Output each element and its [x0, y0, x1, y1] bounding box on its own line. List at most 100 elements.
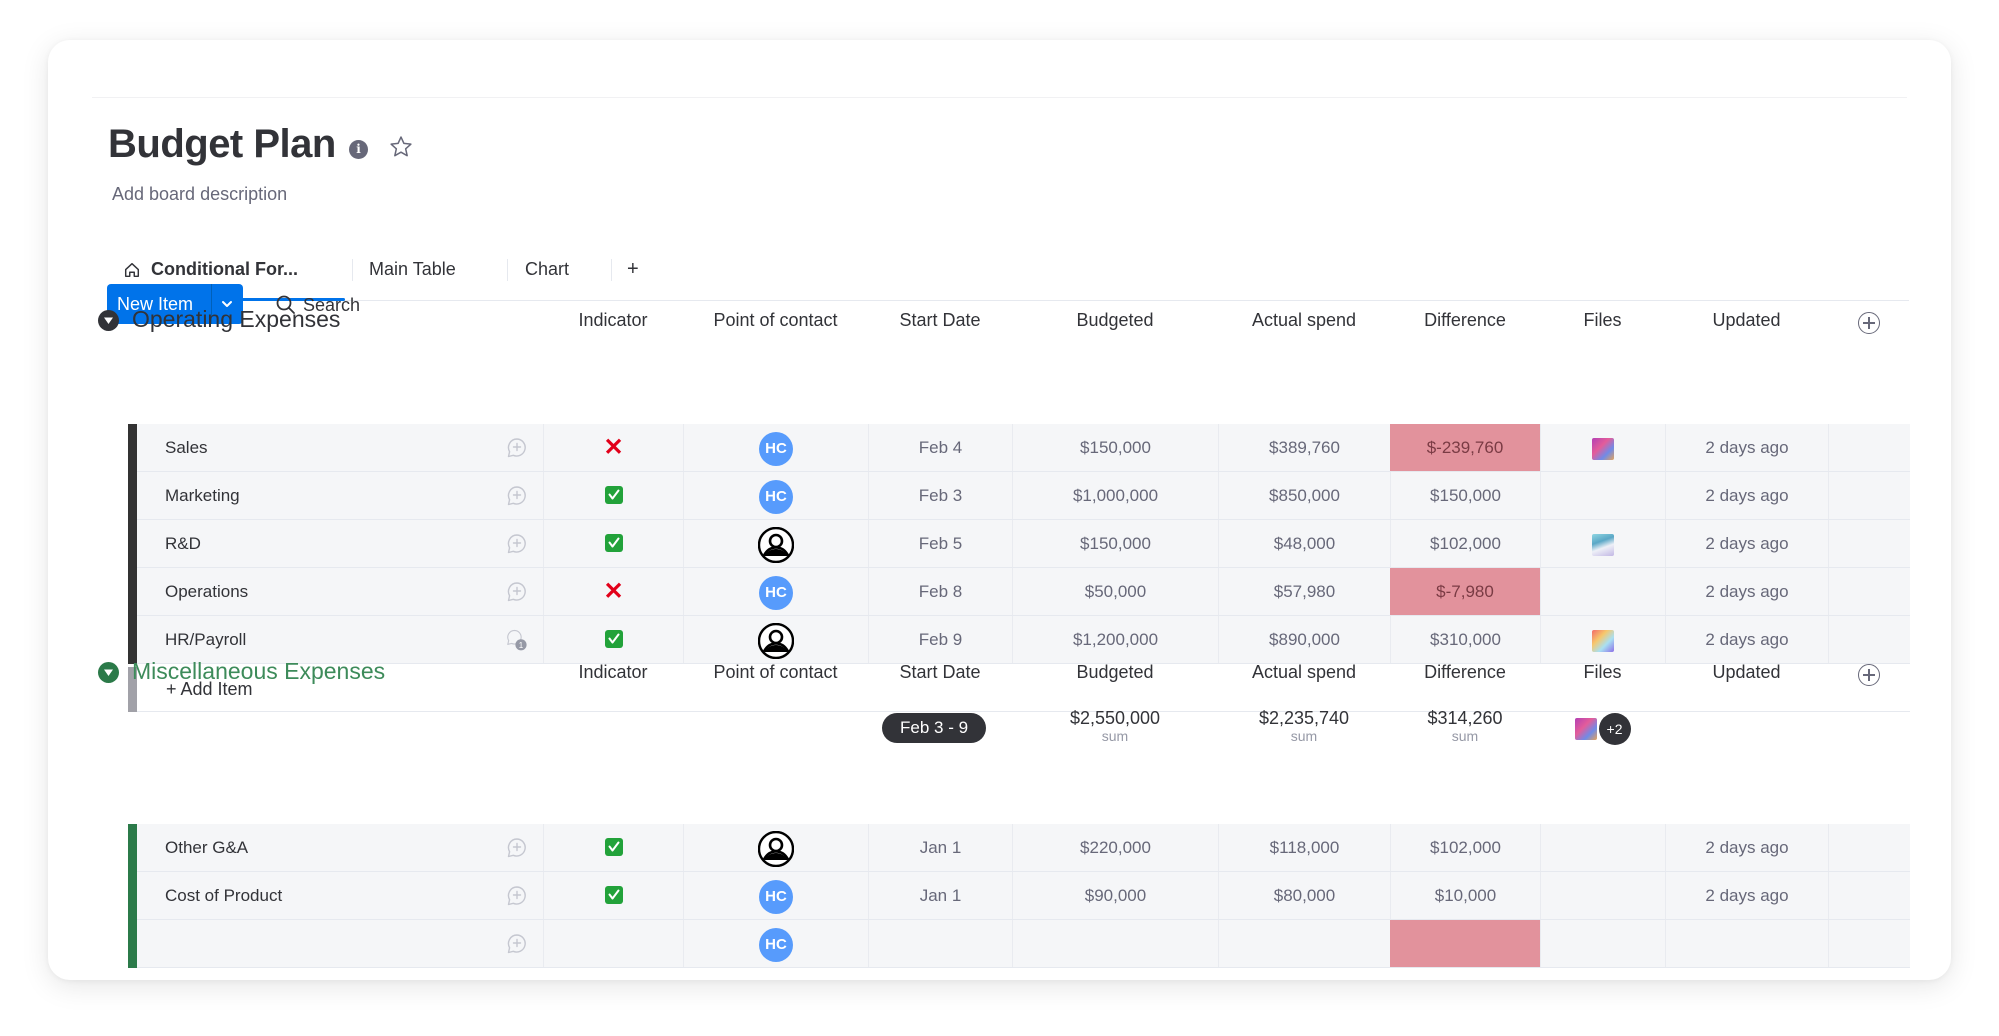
- cell-actual[interactable]: $850,000: [1218, 472, 1390, 519]
- group-title[interactable]: Operating Expenses: [132, 306, 340, 333]
- file-thumbnail[interactable]: [1574, 718, 1597, 740]
- cell-contact[interactable]: [683, 520, 868, 567]
- cell-budgeted[interactable]: $1,000,000: [1012, 472, 1218, 519]
- more-files-badge[interactable]: +2: [1598, 713, 1631, 745]
- cell-budgeted[interactable]: $150,000: [1012, 424, 1218, 471]
- cell-indicator[interactable]: [543, 824, 683, 871]
- column-header[interactable]: Actual spend: [1218, 310, 1390, 331]
- cell-start_date[interactable]: Jan 1: [868, 872, 1012, 919]
- cell-actual[interactable]: $57,980: [1218, 568, 1390, 615]
- cell-indicator[interactable]: [543, 472, 683, 519]
- column-header[interactable]: Start Date: [868, 310, 1012, 331]
- cell-budgeted[interactable]: $150,000: [1012, 520, 1218, 567]
- cell-files[interactable]: [1540, 872, 1665, 919]
- star-icon[interactable]: [388, 134, 414, 160]
- cell-contact[interactable]: HC: [683, 920, 868, 967]
- person-avatar-icon[interactable]: [758, 526, 794, 563]
- add-update-icon[interactable]: [505, 884, 529, 908]
- cell-indicator[interactable]: [543, 872, 683, 919]
- group-title[interactable]: Miscellaneous Expenses: [132, 658, 385, 685]
- cell-start_date[interactable]: Feb 3: [868, 472, 1012, 519]
- cell-files[interactable]: [1540, 824, 1665, 871]
- cell-indicator[interactable]: ✕: [543, 568, 683, 615]
- cell-difference[interactable]: $102,000: [1390, 520, 1540, 567]
- cell-contact[interactable]: HC: [683, 424, 868, 471]
- item-name[interactable]: R&D: [137, 520, 543, 567]
- cell-budgeted[interactable]: [1012, 920, 1218, 967]
- cell-start_date[interactable]: [868, 920, 1012, 967]
- cell-difference[interactable]: $150,000: [1390, 472, 1540, 519]
- cell-updated[interactable]: 2 days ago: [1665, 568, 1828, 615]
- table-row[interactable]: Operations ✕ HC Feb 8 $50,000 $57,980 $-7,980 2…: [128, 568, 1910, 616]
- column-header[interactable]: Start Date: [868, 662, 1012, 683]
- cell-add[interactable]: [1828, 568, 1910, 615]
- cell-difference[interactable]: $10,000: [1390, 872, 1540, 919]
- cell-updated[interactable]: 2 days ago: [1665, 472, 1828, 519]
- add-column-button[interactable]: [1858, 312, 1880, 334]
- cell-actual[interactable]: $118,000: [1218, 824, 1390, 871]
- add-update-icon[interactable]: [505, 836, 529, 860]
- cell-updated[interactable]: 2 days ago: [1665, 872, 1828, 919]
- cell-actual[interactable]: $389,760: [1218, 424, 1390, 471]
- cell-updated[interactable]: 2 days ago: [1665, 520, 1828, 567]
- column-header[interactable]: Difference: [1390, 310, 1540, 331]
- cell-updated[interactable]: 2 days ago: [1665, 424, 1828, 471]
- item-name[interactable]: Marketing: [137, 472, 543, 519]
- cell-difference[interactable]: $-7,980: [1390, 568, 1540, 615]
- item-name[interactable]: Sales: [137, 424, 543, 471]
- avatar[interactable]: HC: [759, 879, 793, 914]
- cell-files[interactable]: [1540, 472, 1665, 519]
- add-update-icon[interactable]: [505, 484, 529, 508]
- table-row[interactable]: R&D Feb 5 $150,000 $48,000 $102,000 2 days ag…: [128, 520, 1910, 568]
- tab-main-table[interactable]: Main Table: [369, 244, 456, 300]
- cell-start_date[interactable]: Feb 5: [868, 520, 1012, 567]
- cell-add[interactable]: [1828, 872, 1910, 919]
- add-column-button[interactable]: [1858, 664, 1880, 686]
- column-header[interactable]: Updated: [1665, 310, 1828, 331]
- cell-indicator[interactable]: ✕: [543, 424, 683, 471]
- cell-files[interactable]: [1540, 568, 1665, 615]
- item-name[interactable]: Other G&A: [137, 824, 543, 871]
- table-row[interactable]: Sales ✕ HC Feb 4 $150,000 $389,760 $-239,760 2 …: [128, 424, 1910, 472]
- person-avatar-icon[interactable]: [758, 830, 794, 867]
- cell-files[interactable]: [1540, 520, 1665, 567]
- table-row[interactable]: Cost of Product HC Jan 1 $90,000 $80,000 $10,…: [128, 872, 1910, 920]
- item-name[interactable]: [137, 920, 543, 967]
- column-header[interactable]: Files: [1540, 310, 1665, 331]
- cell-budgeted[interactable]: $90,000: [1012, 872, 1218, 919]
- column-header[interactable]: Difference: [1390, 662, 1540, 683]
- tab-chart[interactable]: Chart: [525, 244, 569, 300]
- avatar[interactable]: HC: [759, 575, 793, 610]
- info-icon[interactable]: i: [349, 140, 368, 159]
- cell-contact[interactable]: [683, 824, 868, 871]
- column-header[interactable]: Budgeted: [1012, 662, 1218, 683]
- board-description[interactable]: Add board description: [112, 184, 287, 205]
- cell-contact[interactable]: HC: [683, 872, 868, 919]
- cell-add[interactable]: [1828, 472, 1910, 519]
- cell-contact[interactable]: HC: [683, 472, 868, 519]
- cell-indicator[interactable]: [543, 520, 683, 567]
- column-header[interactable]: Indicator: [543, 662, 683, 683]
- avatar[interactable]: HC: [759, 479, 793, 514]
- column-header[interactable]: Indicator: [543, 310, 683, 331]
- cell-difference[interactable]: [1390, 920, 1540, 967]
- avatar[interactable]: HC: [759, 431, 793, 466]
- board-title[interactable]: Budget Plan: [108, 122, 336, 167]
- table-row[interactable]: Other G&A Jan 1 $220,000 $118,000 $102,000 2 …: [128, 824, 1910, 872]
- cell-actual[interactable]: [1218, 920, 1390, 967]
- add-update-icon[interactable]: [505, 532, 529, 556]
- collapse-group-toggle[interactable]: [98, 310, 119, 331]
- cell-indicator[interactable]: [543, 920, 683, 967]
- cell-contact[interactable]: HC: [683, 568, 868, 615]
- cell-start_date[interactable]: Jan 1: [868, 824, 1012, 871]
- item-name[interactable]: Cost of Product: [137, 872, 543, 919]
- cell-start_date[interactable]: Feb 8: [868, 568, 1012, 615]
- avatar[interactable]: HC: [759, 927, 793, 962]
- column-header[interactable]: Point of contact: [683, 310, 868, 331]
- column-header[interactable]: Point of contact: [683, 662, 868, 683]
- cell-budgeted[interactable]: $50,000: [1012, 568, 1218, 615]
- cell-actual[interactable]: $80,000: [1218, 872, 1390, 919]
- table-row[interactable]: HC: [128, 920, 1910, 968]
- add-update-icon[interactable]: [505, 436, 529, 460]
- add-update-icon[interactable]: [505, 580, 529, 604]
